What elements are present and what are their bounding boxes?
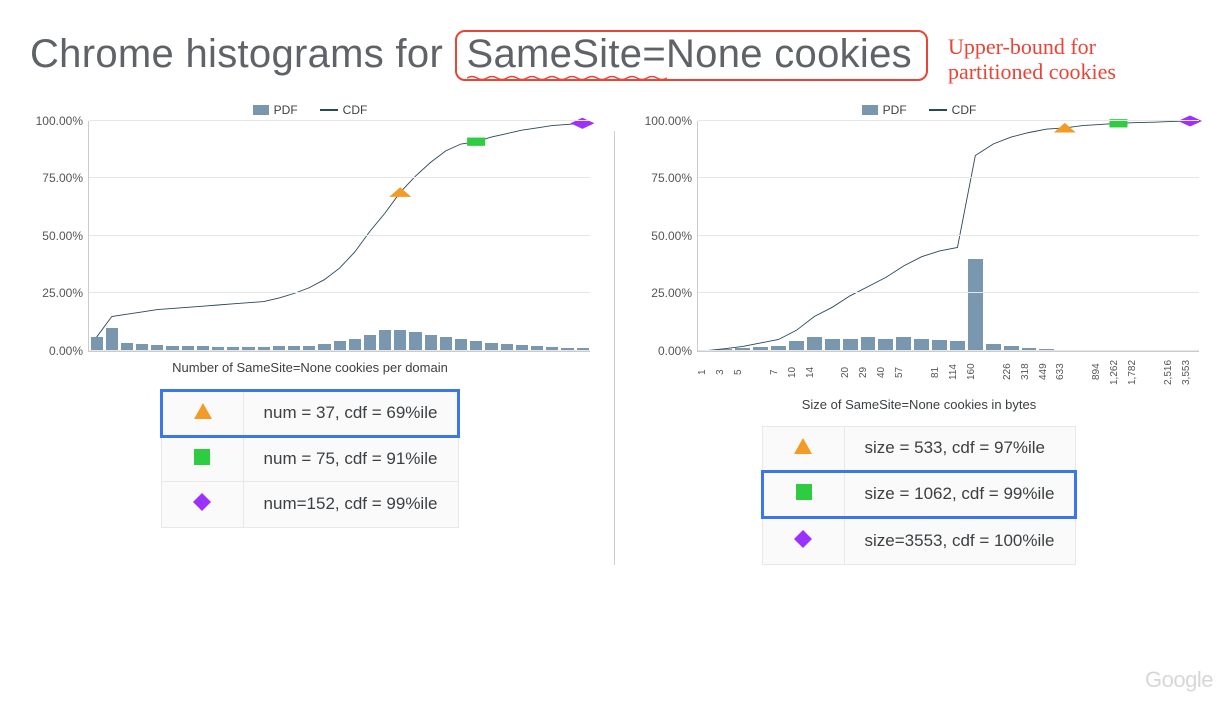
xtick: 5 (733, 355, 751, 389)
right-legend: PDF CDF (639, 103, 1199, 117)
annotation-line2: partitioned cookies (948, 59, 1116, 84)
xtick: 14 (805, 355, 823, 389)
charts-row: PDF CDF 0.00%25.00%50.00%75.00%100.00% N… (30, 103, 1201, 565)
right-cdf-line (698, 121, 1199, 351)
left-marker-label-2: num=152, cdf = 99%ile (243, 481, 459, 527)
square-marker-icon (161, 436, 243, 481)
xtick: 29 (858, 355, 876, 389)
xtick: 57 (894, 355, 912, 389)
xtick (1145, 355, 1163, 389)
xtick: 3,553 (1181, 355, 1199, 389)
handwritten-annotation: Upper-bound for partitioned cookies (948, 34, 1116, 85)
legend-cdf-swatch-icon (929, 109, 947, 111)
right-xticks: 1357101420294057811141602263184496338941… (697, 355, 1199, 389)
left-marker-label-0: num = 37, cdf = 69%ile (243, 390, 459, 436)
annotation-line1: Upper-bound for (948, 34, 1116, 59)
xtick: 40 (876, 355, 894, 389)
page-title: Chrome histograms for SameSite=None cook… (30, 30, 928, 81)
xtick: 226 (1002, 355, 1020, 389)
xtick: 2,516 (1163, 355, 1181, 389)
right-plot: 0.00%25.00%50.00%75.00%100.00% (697, 121, 1199, 352)
right-chart-panel: PDF CDF 0.00%25.00%50.00%75.00%100.00% 1… (639, 103, 1199, 565)
title-box-text: SameSite=None cookies (467, 32, 912, 76)
xtick: 1,782 (1127, 355, 1145, 389)
legend-cdf: CDF (929, 103, 977, 117)
legend-pdf-swatch-icon (253, 105, 269, 115)
xtick (751, 355, 769, 389)
legend-cdf: CDF (320, 103, 368, 117)
xtick (822, 355, 840, 389)
right-marker-table: size = 533, cdf = 97%ile size = 1062, cd… (761, 426, 1078, 565)
xtick: 160 (966, 355, 984, 389)
xtick (1073, 355, 1091, 389)
title-row: Chrome histograms for SameSite=None cook… (30, 30, 1201, 85)
triangle-marker-icon (762, 426, 844, 471)
legend-pdf-swatch-icon (862, 105, 878, 115)
right-marker-label-0: size = 533, cdf = 97%ile (844, 426, 1076, 471)
diamond-marker-icon (762, 517, 844, 564)
legend-pdf: PDF (253, 103, 298, 117)
xtick: 114 (948, 355, 966, 389)
spellcheck-squiggle-icon (467, 75, 667, 81)
right-marker-row-1: size = 1062, cdf = 99%ile (762, 471, 1076, 517)
title-highlight-box: SameSite=None cookies (455, 30, 928, 81)
xtick: 1,262 (1109, 355, 1127, 389)
left-marker-row-2: num=152, cdf = 99%ile (161, 481, 459, 527)
left-cdf-line (89, 121, 590, 351)
left-legend: PDF CDF (30, 103, 590, 117)
right-subtitle: Size of SameSite=None cookies in bytes (639, 397, 1199, 412)
xtick (984, 355, 1002, 389)
xtick: 633 (1055, 355, 1073, 389)
panel-divider (614, 131, 615, 565)
xtick: 1 (697, 355, 715, 389)
left-marker-label-1: num = 75, cdf = 91%ile (243, 436, 459, 481)
right-marker-row-0: size = 533, cdf = 97%ile (762, 426, 1076, 471)
right-marker-row-2: size=3553, cdf = 100%ile (762, 517, 1076, 564)
title-prefix: Chrome histograms for (30, 32, 455, 76)
left-plot: 0.00%25.00%50.00%75.00%100.00% (88, 121, 590, 352)
left-marker-row-0: num = 37, cdf = 69%ile (161, 390, 459, 436)
left-subtitle: Number of SameSite=None cookies per doma… (30, 360, 590, 375)
xtick: 318 (1020, 355, 1038, 389)
xtick (912, 355, 930, 389)
right-marker-label-1: size = 1062, cdf = 99%ile (844, 471, 1076, 517)
xtick: 449 (1038, 355, 1056, 389)
square-marker-icon (762, 471, 844, 517)
xtick: 10 (787, 355, 805, 389)
legend-cdf-swatch-icon (320, 109, 338, 111)
diamond-marker-icon (161, 481, 243, 527)
left-marker-row-1: num = 75, cdf = 91%ile (161, 436, 459, 481)
xtick: 81 (930, 355, 948, 389)
left-marker-table: num = 37, cdf = 69%ile num = 75, cdf = 9… (160, 389, 461, 528)
xtick: 20 (840, 355, 858, 389)
xtick: 3 (715, 355, 733, 389)
left-chart-panel: PDF CDF 0.00%25.00%50.00%75.00%100.00% N… (30, 103, 590, 565)
right-marker-label-2: size=3553, cdf = 100%ile (844, 517, 1076, 564)
slide: Chrome histograms for SameSite=None cook… (0, 0, 1231, 703)
legend-pdf: PDF (862, 103, 907, 117)
triangle-marker-icon (161, 390, 243, 436)
google-logo: Google (1145, 667, 1213, 693)
xtick: 894 (1091, 355, 1109, 389)
xtick: 7 (769, 355, 787, 389)
